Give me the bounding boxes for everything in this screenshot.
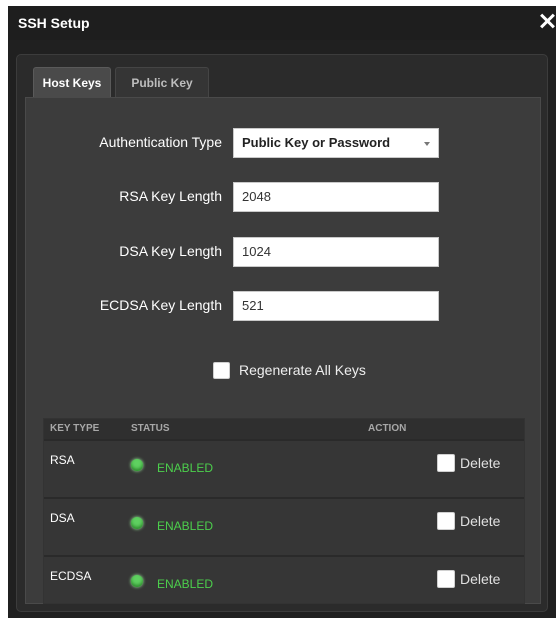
delete-checkbox[interactable] (437, 570, 455, 588)
key-table: KEY TYPE STATUS ACTION RSA ENABLED Delet… (43, 418, 525, 604)
delete-label: Delete (460, 571, 501, 587)
key-type-cell: RSA (50, 453, 75, 467)
ecdsa-key-length-input[interactable]: 521 (233, 291, 439, 321)
status-cell: ENABLED (157, 577, 214, 591)
dsa-key-length-label: DSA Key Length (119, 243, 222, 259)
ssh-setup-dialog: SSH Setup Host Keys Public Key Authentic… (8, 6, 556, 618)
dialog-title: SSH Setup (18, 15, 90, 31)
status-cell: ENABLED (157, 461, 214, 475)
status-indicator-icon (131, 459, 143, 471)
delete-label: Delete (460, 513, 501, 529)
delete-checkbox[interactable] (437, 512, 455, 530)
key-type-cell: ECDSA (50, 569, 92, 583)
dropdown-caret-icon (424, 142, 430, 146)
regenerate-all-keys-checkbox[interactable] (213, 362, 230, 379)
title-bar: SSH Setup (8, 6, 556, 40)
regenerate-all-keys-label: Regenerate All Keys (239, 362, 366, 378)
host-keys-content: Authentication Type Public Key or Passwo… (25, 97, 541, 604)
ecdsa-key-length-label: ECDSA Key Length (99, 297, 222, 313)
status-indicator-icon (131, 517, 143, 529)
col-key-type: KEY TYPE (50, 423, 100, 434)
table-row: DSA ENABLED Delete (44, 498, 524, 555)
dsa-key-length-input[interactable]: 1024 (233, 237, 439, 267)
table-row: RSA ENABLED Delete (44, 440, 524, 497)
status-cell: ENABLED (157, 519, 214, 533)
auth-type-value: Public Key or Password (242, 135, 391, 150)
auth-type-select[interactable]: Public Key or Password (233, 128, 439, 158)
close-icon[interactable] (536, 10, 558, 32)
key-type-cell: DSA (50, 511, 75, 525)
rsa-key-length-label: RSA Key Length (119, 188, 222, 204)
table-row: ECDSA ENABLED Delete (44, 556, 524, 603)
delete-label: Delete (460, 455, 501, 471)
auth-type-label: Authentication Type (99, 134, 222, 150)
tab-public-key[interactable]: Public Key (115, 67, 209, 98)
rsa-key-length-input[interactable]: 2048 (233, 182, 439, 212)
table-header: KEY TYPE STATUS ACTION (44, 419, 524, 439)
col-action: ACTION (368, 423, 407, 434)
delete-checkbox[interactable] (437, 454, 455, 472)
tab-host-keys[interactable]: Host Keys (33, 67, 111, 98)
tab-panel: Host Keys Public Key Authentication Type… (16, 54, 548, 612)
status-indicator-icon (131, 575, 143, 587)
col-status: STATUS (131, 423, 170, 434)
